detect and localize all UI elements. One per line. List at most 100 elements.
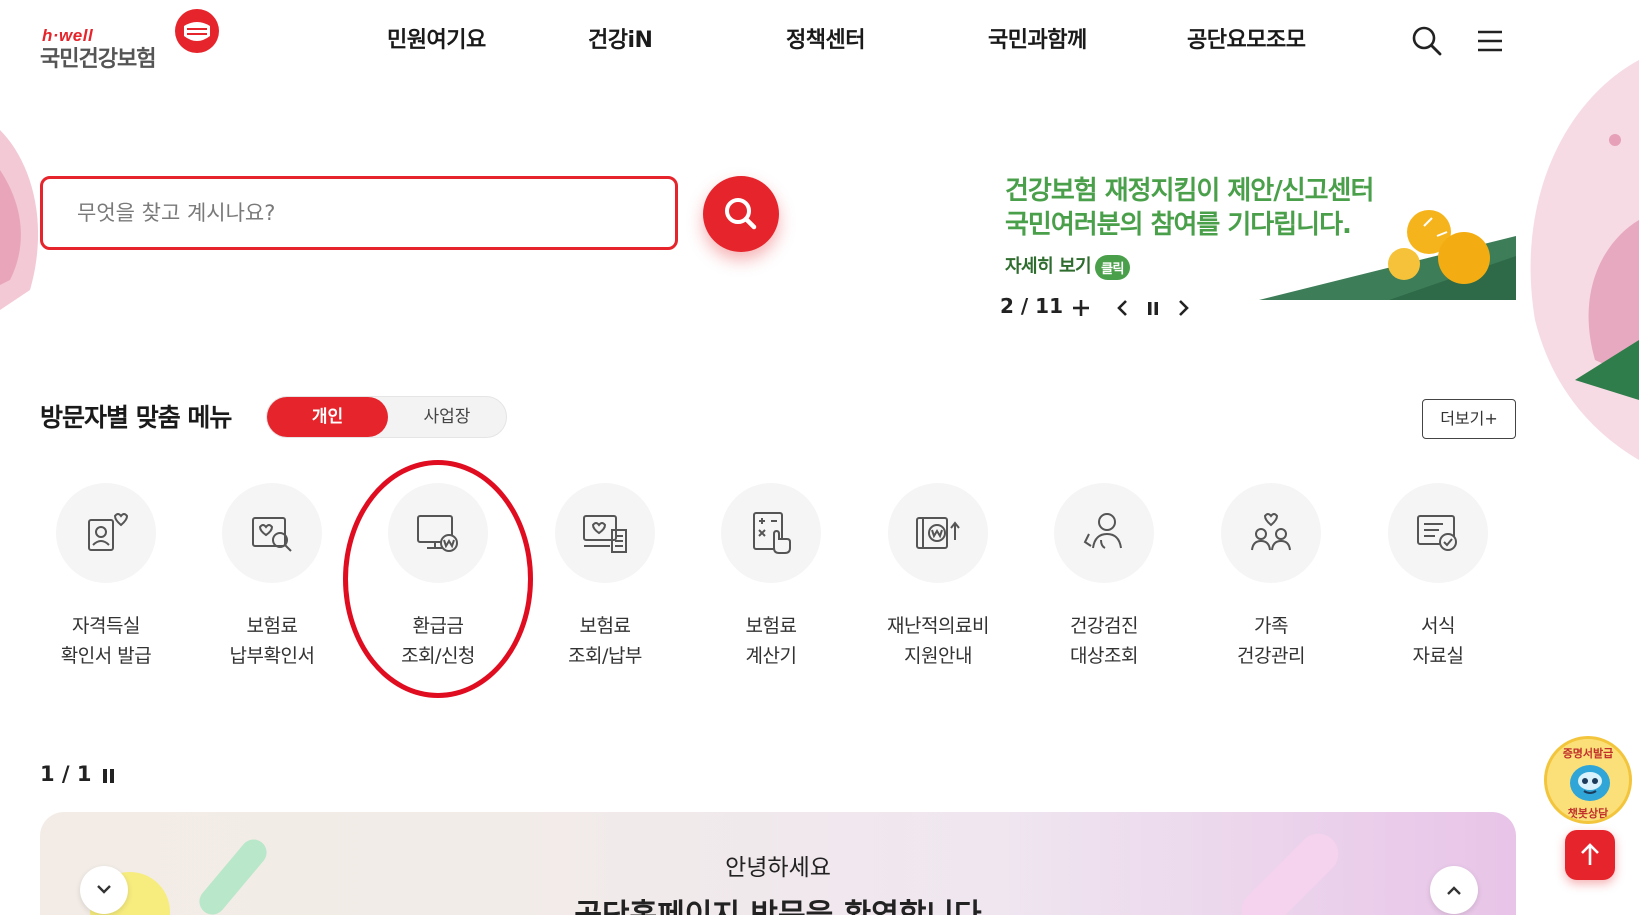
menu-label-line1: 가족 [1254,615,1288,637]
scroll-top-button[interactable] [1565,830,1615,880]
menu-label-line1: 서식 [1421,615,1455,637]
menu-label-line1: 보험료 [745,615,797,637]
menu-item-label: 가족 건강관리 [1188,611,1354,671]
greeting-welcome: 공단홈페이지 방문을 환영합니다 [40,890,1516,915]
menu-label-line1: 보험료 [579,615,631,637]
logo[interactable]: h·well 국민건강보험 [40,8,225,74]
greeting-hello: 안녕하세요 [725,855,831,881]
left-decoration [0,130,39,310]
search-button[interactable] [703,176,779,252]
pause-icon[interactable] [1140,294,1166,322]
banner-controls: 2 / 11 [1000,294,1189,322]
search-box [40,176,678,250]
nav-item-policy[interactable]: 정책센터 [786,22,865,62]
form-document-icon [1417,515,1457,551]
tab-business[interactable]: 사업장 [388,397,506,437]
promo-banner[interactable]: 건강보험 재정지킴이 제안/신고센터 국민여러분의 참여를 기다립니다. 자세히… [999,166,1516,300]
menu-item-label: 보험료 조회/납부 [522,611,688,671]
certificate-person-icon [88,513,129,551]
visitor-type-toggle: 개인 사업장 [266,396,507,438]
menu-item-label: 보험료 납부확인서 [189,611,355,671]
monitor-receipt-icon [583,515,627,553]
pause-icon[interactable] [102,766,116,786]
page: h·well 국민건강보험 민원여기요 건강iN 정책센터 국민과함께 공단요모… [0,0,1639,915]
nav-item-health-in[interactable]: 건강iN [588,22,653,62]
menu-label-line2: 자료실 [1412,645,1464,667]
menu-icon-circle [56,483,156,583]
menu-item-form-library[interactable]: 서식 자료실 [1355,483,1521,683]
menu-item-catastrophic-medical-support[interactable]: 재난적의료비 지원안내 [855,483,1021,683]
tab-individual[interactable]: 개인 [267,397,388,437]
collapse-button[interactable] [1430,866,1478,914]
section-title: 방문자별 맞춤 메뉴 [40,403,232,432]
banner-subtitle: 국민여러분의 참여를 기다립니다. [1005,210,1352,240]
menu-label-line2: 조회/신청 [401,645,475,667]
chatbot-bottom-label: 챗봇상담 [1567,807,1609,820]
monitor-won-icon [417,515,458,552]
logo-mask-icon [175,9,219,53]
family-heart-icon [1251,513,1291,551]
menu-item-premium-payment-certificate[interactable]: 보험료 납부확인서 [189,483,355,683]
menu-label-line2: 건강관리 [1237,645,1305,667]
search-icon [725,198,757,230]
menu-label-line2: 대상조회 [1070,645,1138,667]
greeting-panel: 안녕하세요 공단홈페이지 방문을 환영합니다 [40,812,1516,915]
nav-item-about[interactable]: 공단요모조모 [1187,22,1306,62]
nav-item-civil[interactable]: 민원여기요 [387,22,486,62]
menu-item-premium-inquiry-payment[interactable]: 보험료 조회/납부 [522,483,688,683]
menu-label-line2: 납부확인서 [229,645,315,667]
menu-item-label: 자격득실 확인서 발급 [23,611,189,671]
menu-icon-circle [1221,483,1321,583]
calculator-icon [753,512,791,554]
money-support-icon [916,517,960,549]
menu-icon-circle [1054,483,1154,583]
search-icon[interactable] [1410,24,1444,58]
menu-pager-counter: 1 / 1 [40,762,92,786]
chevron-left-icon[interactable] [1110,294,1136,322]
chevron-right-icon[interactable] [1170,294,1196,322]
more-button[interactable]: 더보기+ [1422,399,1516,439]
menu-label-line2: 조회/납부 [568,645,642,667]
menu-item-qualification-certificate[interactable]: 자격득실 확인서 발급 [23,483,189,683]
menu-item-premium-calculator[interactable]: 보험료 계산기 [688,483,854,683]
document-search-icon [252,517,292,552]
chatbot-mascot-icon [1570,765,1610,801]
menu-icon-circle [1388,483,1488,583]
menu-label-line1: 보험료 [246,615,298,637]
banner-click-badge: 클릭 [1095,254,1130,280]
banner-title: 건강보험 재정지킴이 제안/신고센터 [1005,176,1374,206]
menu-label-line1: 환급금 [412,615,464,637]
nav-item-together[interactable]: 국민과함께 [988,22,1087,62]
chevron-up-icon [1447,886,1461,895]
menu-item-label: 보험료 계산기 [688,611,854,671]
menu-icon-circle [888,483,988,583]
banner-more-link[interactable]: 자세히 보기 클릭 [1005,252,1130,280]
menu-label-line2: 확인서 발급 [60,645,152,667]
chatbot-button[interactable]: 증명서발급 챗봇상담 [1544,736,1632,824]
banner-counter: 2 / 11 [1000,294,1063,318]
right-decoration [1530,60,1639,460]
menu-item-family-health[interactable]: 가족 건강관리 [1188,483,1354,683]
search-input[interactable] [43,179,675,247]
banner-more-label: 자세히 보기 [1005,256,1092,277]
plus-icon[interactable] [1068,294,1094,322]
menu-item-label: 건강검진 대상조회 [1021,611,1187,671]
menu-item-label: 환급금 조회/신청 [355,611,521,671]
menu-icon-circle [555,483,655,583]
health-checkup-icon [1083,513,1122,549]
menu-item-refund-inquiry[interactable]: 환급금 조회/신청 [355,483,521,683]
expand-button[interactable] [80,866,128,914]
menu-item-label: 서식 자료실 [1355,611,1521,671]
menu-icon-circle [721,483,821,583]
menu-label-line1: 자격득실 [72,615,140,637]
menu-icon-circle [222,483,322,583]
arrow-up-icon [1581,843,1599,865]
menu-label-line1: 재난적의료비 [887,615,989,637]
menu-item-health-checkup-target[interactable]: 건강검진 대상조회 [1021,483,1187,683]
menu-label-line2: 지원안내 [904,645,972,667]
menu-label-line1: 건강검진 [1070,615,1138,637]
hamburger-menu-icon[interactable] [1474,24,1508,58]
menu-item-label: 재난적의료비 지원안내 [855,611,1021,671]
menu-icon-circle [388,483,488,583]
menu-label-line2: 계산기 [745,645,797,667]
